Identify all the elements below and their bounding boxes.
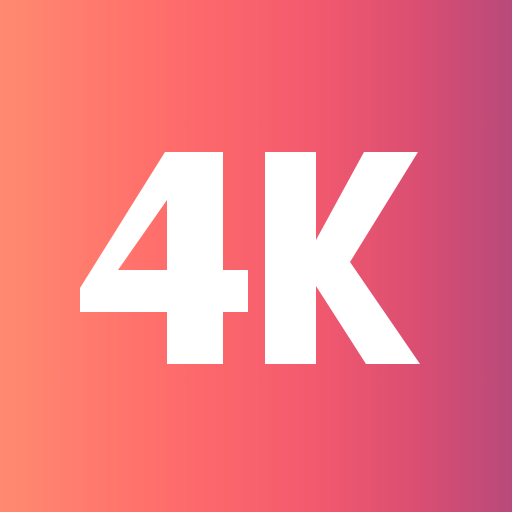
label-4k [80,152,420,364]
letter-k [265,152,420,364]
app-icon-4k [0,0,512,512]
digit-4 [80,152,248,364]
